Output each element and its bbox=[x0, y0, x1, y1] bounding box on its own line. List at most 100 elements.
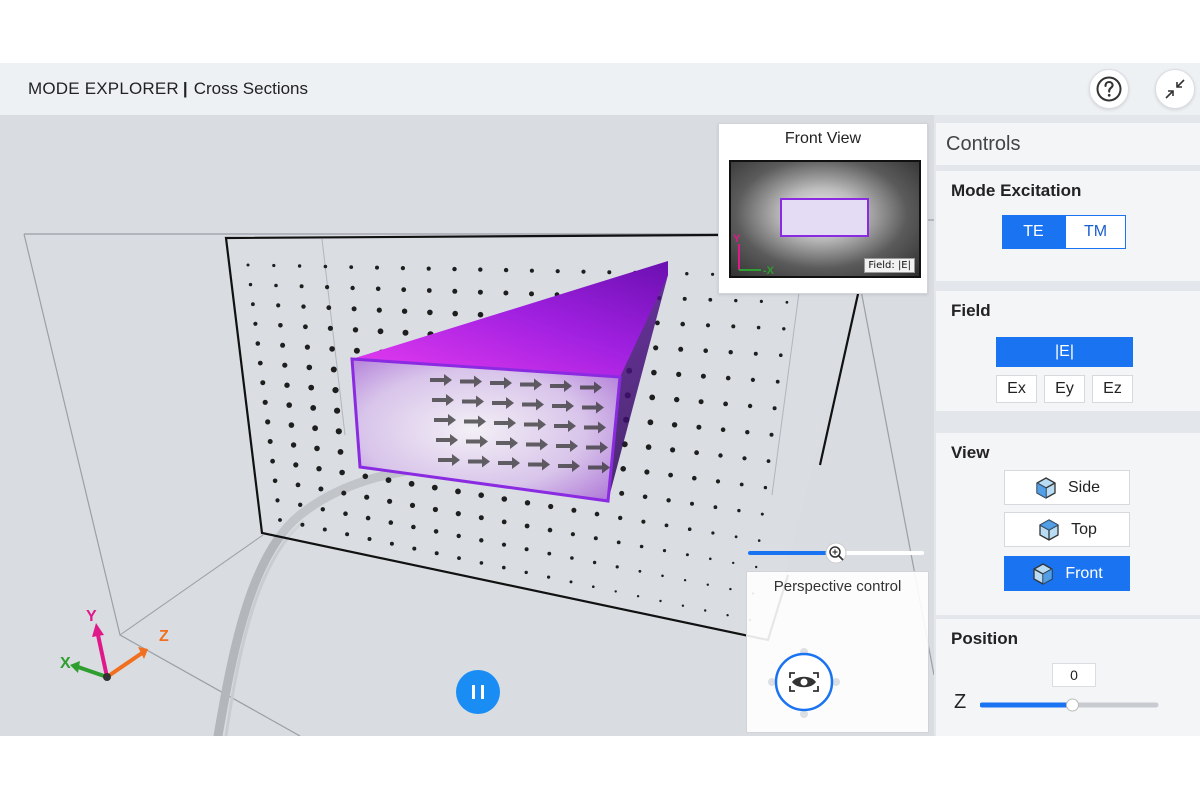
field-dot bbox=[760, 512, 764, 516]
pause-button[interactable] bbox=[456, 670, 500, 714]
field-dot bbox=[639, 544, 644, 549]
field-dot bbox=[364, 494, 370, 500]
field-dot bbox=[367, 537, 372, 541]
field-dot bbox=[529, 291, 534, 297]
field-dot bbox=[592, 560, 597, 565]
field-dot bbox=[683, 579, 687, 582]
field-dot bbox=[388, 520, 394, 525]
field-dot bbox=[737, 508, 741, 513]
field-dot bbox=[720, 427, 726, 433]
field-dot bbox=[570, 556, 574, 560]
field-dot bbox=[670, 447, 676, 453]
field-dot bbox=[704, 609, 707, 612]
field-dot bbox=[680, 321, 685, 327]
field-dot bbox=[755, 565, 758, 569]
field-dot bbox=[502, 565, 506, 570]
field-dot bbox=[571, 507, 577, 513]
field-dot bbox=[351, 306, 357, 312]
app-name: MODE EXPLORER bbox=[28, 79, 179, 98]
minimize-button[interactable] bbox=[1155, 69, 1195, 109]
position-slider[interactable] bbox=[980, 693, 1170, 717]
field-dot bbox=[265, 419, 271, 425]
front-view-axes: Y -X bbox=[733, 233, 775, 276]
field-dot bbox=[345, 532, 350, 537]
front-view-axis-x: -X bbox=[763, 265, 775, 276]
field-dot bbox=[524, 570, 528, 575]
field-dot bbox=[408, 480, 415, 487]
field-dot bbox=[674, 396, 680, 403]
field-dot bbox=[282, 362, 288, 368]
field-dot bbox=[456, 533, 461, 539]
view-panel: View Side Top Front bbox=[936, 433, 1200, 615]
field-ex-button[interactable]: Ex bbox=[996, 375, 1037, 403]
field-dot bbox=[547, 551, 552, 556]
view-side-button[interactable]: Side bbox=[1004, 470, 1130, 505]
field-ey-button[interactable]: Ey bbox=[1044, 375, 1085, 403]
field-dot bbox=[732, 561, 735, 565]
field-dot bbox=[288, 422, 295, 428]
field-dot bbox=[349, 265, 354, 269]
field-dot bbox=[411, 524, 416, 530]
field-dot bbox=[709, 557, 712, 561]
field-dot bbox=[314, 445, 320, 452]
field-dot bbox=[747, 403, 753, 409]
field-ez-button[interactable]: Ez bbox=[1092, 375, 1133, 403]
zoom-in-icon[interactable] bbox=[825, 542, 847, 564]
field-dot bbox=[267, 439, 273, 444]
field-dot bbox=[664, 523, 669, 528]
field-dot bbox=[705, 323, 711, 328]
field-dot bbox=[248, 282, 253, 287]
field-dot bbox=[255, 341, 261, 346]
field-dot bbox=[299, 284, 304, 289]
field-dot bbox=[501, 519, 507, 525]
field-dot bbox=[251, 302, 255, 307]
field-dot bbox=[681, 604, 685, 607]
field-dot bbox=[723, 401, 728, 407]
field-dot bbox=[642, 494, 648, 500]
mode-te-button[interactable]: TE bbox=[1002, 215, 1065, 249]
field-dot bbox=[779, 353, 783, 357]
field-dot bbox=[278, 323, 283, 328]
app-window: MODE EXPLORER | Cross Sections Y Z X Fro… bbox=[0, 63, 1200, 736]
field-dot bbox=[275, 498, 280, 503]
field-dot bbox=[742, 456, 747, 461]
3d-viewport[interactable]: Y Z X Front View Y -X Field: |E| Perspec… bbox=[0, 115, 934, 736]
field-dot bbox=[387, 498, 393, 504]
field-dot bbox=[308, 384, 315, 391]
field-magnitude-button[interactable]: |E| bbox=[996, 337, 1133, 367]
field-dot bbox=[337, 449, 344, 455]
position-slider-thumb[interactable] bbox=[1065, 698, 1079, 712]
field-dot bbox=[734, 298, 738, 303]
field-dot bbox=[353, 347, 360, 354]
field-dot bbox=[616, 540, 621, 545]
field-dot bbox=[772, 406, 777, 411]
field-dot bbox=[614, 590, 617, 593]
perspective-eye-control[interactable] bbox=[747, 572, 928, 732]
mode-excitation-panel: Mode Excitation TE TM bbox=[936, 171, 1200, 281]
field-dot bbox=[479, 538, 484, 543]
field-dot bbox=[676, 371, 682, 377]
zoom-slider[interactable] bbox=[748, 541, 924, 565]
field-dot bbox=[618, 515, 623, 521]
field-dot bbox=[651, 369, 657, 376]
field-dot bbox=[352, 327, 359, 333]
view-front-button[interactable]: Front bbox=[1004, 556, 1130, 591]
field-dot bbox=[376, 307, 382, 313]
cube-icon bbox=[1039, 518, 1059, 541]
perspective-control-panel[interactable]: Perspective control bbox=[746, 571, 929, 733]
field-dot bbox=[644, 469, 650, 475]
page-title: MODE EXPLORER | Cross Sections bbox=[28, 79, 308, 99]
field-dot bbox=[548, 503, 554, 510]
field-dot bbox=[322, 527, 327, 532]
mode-tm-button[interactable]: TM bbox=[1065, 215, 1126, 249]
field-dot bbox=[718, 453, 723, 458]
field-dot bbox=[260, 380, 266, 386]
field-dot bbox=[662, 549, 667, 553]
field-dot bbox=[739, 482, 744, 487]
field-dot bbox=[636, 595, 640, 598]
field-dot bbox=[570, 532, 576, 537]
help-button[interactable] bbox=[1089, 69, 1129, 109]
view-top-button[interactable]: Top bbox=[1004, 512, 1130, 547]
field-dot bbox=[529, 268, 535, 273]
field-dot bbox=[615, 565, 619, 569]
